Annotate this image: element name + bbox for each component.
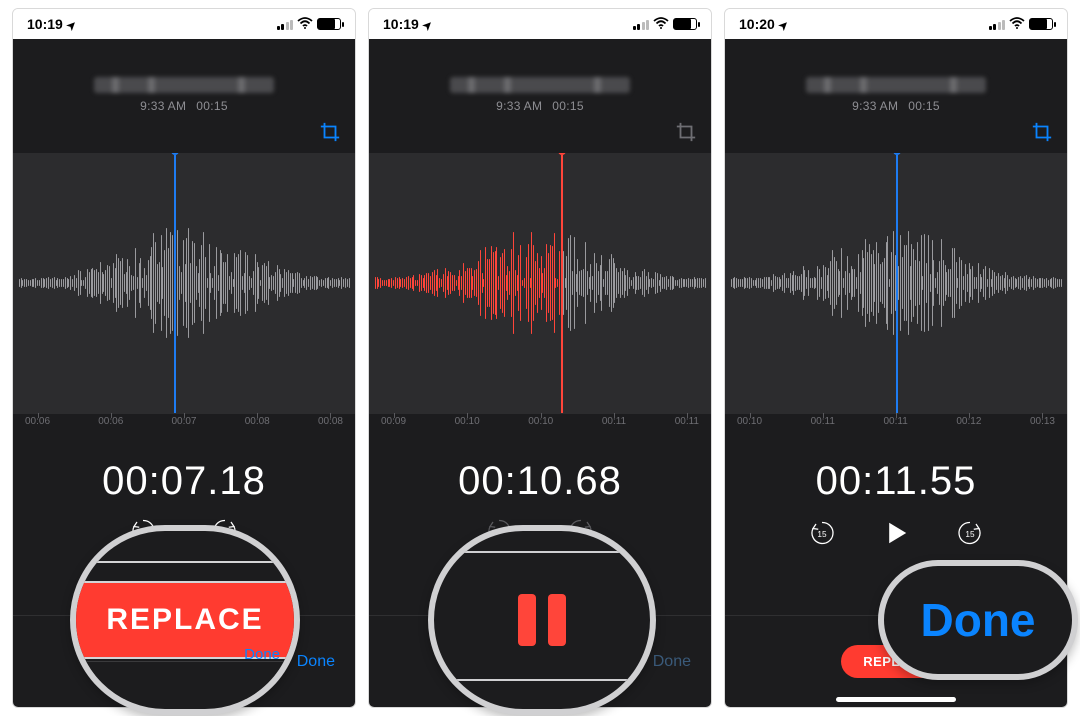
- recording-title-redacted: [806, 77, 986, 93]
- home-indicator[interactable]: [836, 697, 956, 702]
- signal-icon: [633, 19, 650, 30]
- recording-time: 9:33 AM: [140, 99, 186, 113]
- skip-back-button[interactable]: 15: [807, 518, 837, 553]
- status-bar: 10:20: [725, 9, 1067, 39]
- recording-header: 9:33 AM 00:15: [369, 39, 711, 113]
- recording-duration: 00:15: [908, 99, 940, 113]
- wifi-icon: [1009, 16, 1025, 32]
- play-button[interactable]: [879, 516, 913, 555]
- location-icon: [779, 16, 788, 32]
- done-button[interactable]: Done: [297, 653, 335, 671]
- current-time: 00:07.18: [13, 441, 355, 510]
- status-bar: 10:19: [13, 9, 355, 39]
- recording-header: 9:33 AM 00:15: [13, 39, 355, 113]
- callout-done: Done: [878, 560, 1078, 680]
- time-ruler: 00:06 00:06 00:07 00:08 00:08: [13, 413, 355, 441]
- recording-time: 9:33 AM: [496, 99, 542, 113]
- svg-text:15: 15: [817, 530, 827, 539]
- playhead[interactable]: [896, 153, 898, 413]
- status-bar: 10:19: [369, 9, 711, 39]
- location-icon: [67, 16, 76, 32]
- trim-icon[interactable]: [1031, 121, 1053, 148]
- recording-time: 9:33 AM: [852, 99, 898, 113]
- current-time: 00:11.55: [725, 441, 1067, 510]
- recording-duration: 00:15: [196, 99, 228, 113]
- recording-title-redacted: [450, 77, 630, 93]
- signal-icon: [989, 19, 1006, 30]
- location-icon: [423, 16, 432, 32]
- wifi-icon: [297, 16, 313, 32]
- svg-text:15: 15: [965, 530, 975, 539]
- callout-replace: REPLACE Done: [70, 525, 300, 715]
- done-button-zoom[interactable]: Done: [921, 593, 1036, 647]
- done-button: Done: [653, 653, 691, 671]
- signal-icon: [277, 19, 294, 30]
- status-time: 10:19: [27, 16, 63, 32]
- trim-icon: [675, 121, 697, 148]
- transport-controls: 15 15: [725, 510, 1067, 563]
- time-ruler: 00:10 00:11 00:11 00:12 00:13: [725, 413, 1067, 441]
- waveform-area[interactable]: [13, 153, 355, 413]
- waveform-area[interactable]: [369, 153, 711, 413]
- wifi-icon: [653, 16, 669, 32]
- battery-icon: [673, 18, 697, 30]
- recording-header: 9:33 AM 00:15: [725, 39, 1067, 113]
- playhead[interactable]: [561, 153, 563, 413]
- current-time: 00:10.68: [369, 441, 711, 510]
- callout-pause: [428, 525, 656, 715]
- pause-icon-zoom[interactable]: [518, 594, 566, 646]
- time-ruler: 00:09 00:10 00:10 00:11 00:11: [369, 413, 711, 441]
- waveform-area[interactable]: [725, 153, 1067, 413]
- status-time: 10:19: [383, 16, 419, 32]
- skip-forward-button[interactable]: 15: [955, 518, 985, 553]
- recording-duration: 00:15: [552, 99, 584, 113]
- trim-icon[interactable]: [319, 121, 341, 148]
- recording-title-redacted: [94, 77, 274, 93]
- battery-icon: [1029, 18, 1053, 30]
- playhead[interactable]: [174, 153, 176, 413]
- battery-icon: [317, 18, 341, 30]
- status-time: 10:20: [739, 16, 775, 32]
